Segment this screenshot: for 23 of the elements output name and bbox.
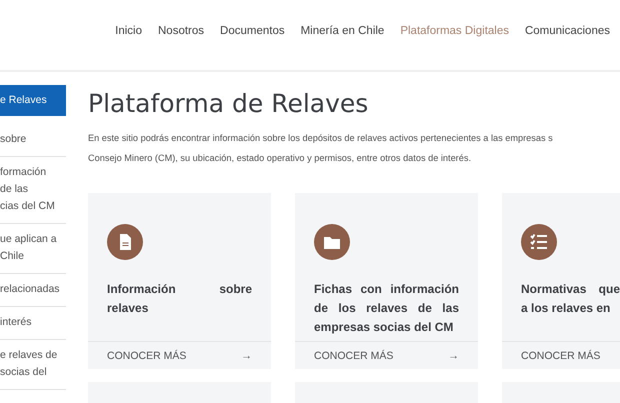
nav-link[interactable]: Inicio: [115, 25, 142, 40]
sidebar-item[interactable]: sobre: [0, 124, 66, 157]
checklist-icon: [521, 224, 557, 260]
nav-link[interactable]: Comunicaciones: [524, 25, 610, 40]
learn-more-link[interactable]: CONOCER MÁS →: [88, 341, 271, 369]
folder-icon: [314, 224, 350, 260]
sidebar-item[interactable]: e Relaves: [0, 85, 66, 116]
card-title: Información sobre relaves: [107, 281, 252, 317]
intro-text: En este sitio podrás encontrar información sobre los depósitos de relaves activos pertenecientes a las empresas s Consejo Minero (CM), su ubicación, estado operativo y permisos, entre otros datos de interés.: [88, 132, 554, 165]
sidebar-item[interactable]: formación de las cias del CM: [0, 157, 66, 224]
learn-more-link[interactable]: CONOCER MÁS: [502, 341, 620, 369]
sidebar-item[interactable]: interés: [0, 307, 66, 340]
nav-link[interactable]: Minería en Chile: [300, 25, 384, 40]
nav-link[interactable]: Documentos: [220, 25, 285, 40]
nav-link[interactable]: Nosotros: [158, 25, 204, 40]
sidebar-item[interactable]: e relaves de socias del: [0, 340, 66, 390]
card-title: Normativas que a los relaves en: [521, 281, 620, 317]
card-title: Fichas con información de los relaves de las empresas socias del CM: [314, 281, 459, 336]
learn-more-link[interactable]: CONOCER MÁS →: [295, 341, 478, 369]
sidebar-item[interactable]: relacionadas: [0, 274, 66, 307]
page-title: Plataforma de Relaves: [88, 89, 370, 118]
sidebar-item[interactable]: ue aplican a Chile: [0, 224, 66, 274]
document-icon: [107, 224, 143, 260]
